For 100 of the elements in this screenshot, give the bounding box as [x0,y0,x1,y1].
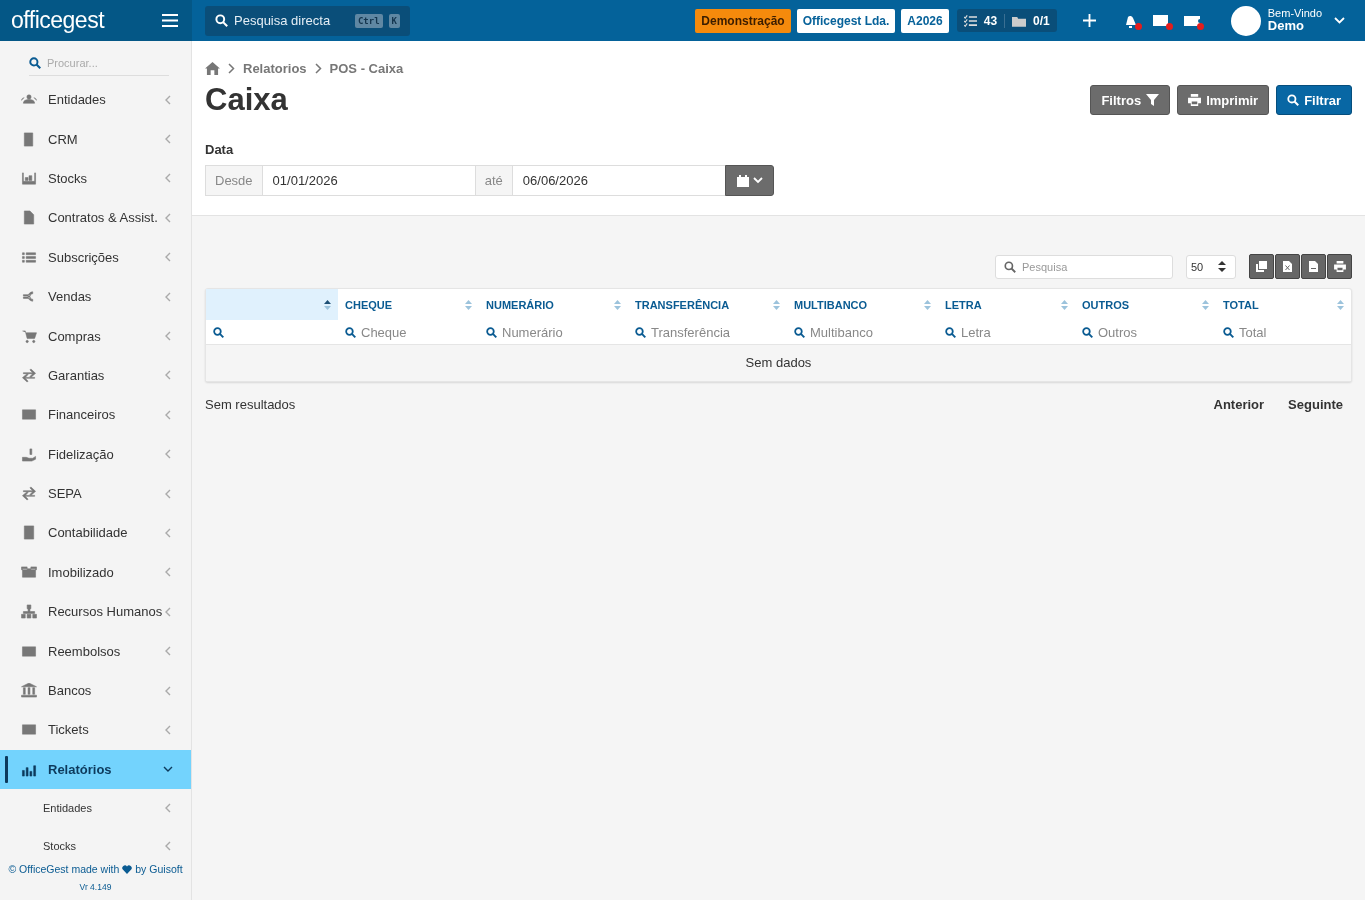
search-icon [1223,326,1234,338]
sidebar-item[interactable]: Imobilizado [0,552,191,593]
copy-button[interactable] [1249,254,1274,279]
credit-text: by Guisoft [135,863,183,875]
avatar[interactable] [1230,5,1261,36]
sidebar-item[interactable]: SEPA [0,473,191,514]
sidebar-item[interactable]: Reembolsos [0,631,191,671]
sort-icon [324,299,331,310]
print-button[interactable] [1327,254,1352,279]
page-title: Caixa [205,82,288,118]
chevron-down-icon [752,177,763,184]
sidebar-item[interactable]: Contratos & Assist. [0,198,191,238]
sidebar-subitem-label: Entidades [43,802,93,815]
sidebar-item[interactable]: Garantias [0,355,191,396]
sidebar-item[interactable]: Stocks [0,158,191,199]
column-header[interactable]: NUMERÁRIO [479,289,628,320]
search-field[interactable]: Pesquisa directa Ctrl K [205,5,410,36]
keyboard-key: K [388,13,400,28]
sidebar-subitem[interactable]: Stocks [0,827,191,859]
chevron-right-icon [314,63,322,74]
csv-button[interactable] [1301,254,1326,279]
column-header[interactable]: MULTIBANCO [787,289,938,320]
sidebar-item[interactable]: Subscrições [0,237,191,277]
home-icon[interactable] [205,62,220,75]
column-header[interactable]: TRANSFERÊNCIA [628,289,787,320]
pagination-link[interactable]: Seguinte [1288,397,1343,412]
logo[interactable]: officegest [11,7,105,34]
column-header[interactable]: TOTAL [1216,289,1351,320]
sidebar-item-label: Stocks [48,170,88,186]
sidebar-item[interactable]: Fidelização [0,434,191,474]
cart-icon [21,328,37,344]
calendar-button[interactable] [725,165,774,196]
sidebar-subitem[interactable]: Entidades [0,789,191,828]
search-icon [635,326,646,338]
sidebar-item[interactable]: Compras [0,316,191,356]
badge[interactable]: Demonstração [695,8,791,33]
sidebar-item[interactable]: CRM [0,119,191,159]
counter-value: 43 [983,13,998,28]
pagination-link[interactable]: Anterior [1213,397,1265,412]
sort-icon [773,299,780,310]
chevron-left-icon [163,803,173,814]
sort-icon [1061,299,1068,310]
column-header[interactable]: CHEQUE [338,289,479,320]
box-icon [21,564,37,580]
copy-icon [1256,261,1267,272]
sidebar-item-label: Vendas [48,289,93,305]
sidebar-item[interactable]: Contabilidade [0,513,191,553]
search-icon [794,326,805,338]
sidebar-item-label: Relatórios [48,761,113,777]
sort-icon [614,299,621,310]
search-icon [1287,94,1300,106]
sidebar-item[interactable]: Relatórios [0,749,191,790]
sidebar-item-label: CRM [48,131,79,147]
search-icon [486,326,497,338]
sidebar-item-label: SEPA [48,486,83,502]
sidebar-item[interactable]: Financeiros [0,395,191,435]
sidebar-item[interactable]: Entidades [0,80,191,120]
search-placeholder: Procurar... [47,56,98,69]
sidebar-item-label: Imobilizado [48,564,115,580]
search-icon [29,56,41,69]
menu-icon[interactable] [162,14,178,27]
sidebar-subitem-label: Stocks [43,840,77,853]
sort-icon [1218,261,1226,272]
chevron-right-icon [228,63,235,74]
date-field[interactable]: 06/06/2026 [512,165,725,196]
plus-icon[interactable] [1082,14,1096,27]
breadcrumb-link[interactable]: POS - Caixa [329,61,404,76]
sidebar-item-label: Compras [48,328,102,344]
column-header[interactable]: OUTROS [1075,289,1216,320]
search-icon [213,326,224,338]
sidebar-item[interactable]: Bancos [0,670,191,711]
spreadsheet-file-icon [1283,261,1292,272]
column-header[interactable]: LETRA [938,289,1075,320]
file-icon [1309,261,1318,272]
action-button[interactable]: Imprimir [1177,85,1270,115]
sort-icon [1337,299,1344,310]
field-label: Data [205,142,235,157]
badge[interactable]: A2026 [901,8,949,33]
page-size-select[interactable]: 50 [1186,254,1236,279]
to-label: até [474,165,513,196]
sort-icon [924,299,931,310]
sidebar-item-label: Contratos & Assist. [48,210,159,226]
action-button[interactable]: Filtrar [1276,85,1352,115]
sidebar-item[interactable]: Vendas [0,276,191,317]
badge[interactable]: Officegest Lda. [796,8,896,33]
sidebar-item-label: Bancos [48,683,93,699]
version-text: Vr 4.149 [78,882,113,892]
user-name: Demo [1267,19,1305,34]
exchange-icon [21,486,37,502]
sidebar-item-label: Financeiros [48,407,117,423]
folder-icon[interactable] [1012,14,1027,27]
date-field[interactable]: 01/01/2026 [262,165,475,196]
document-icon [21,210,37,226]
action-button[interactable]: Filtros [1090,85,1171,115]
sidebar-item[interactable]: Recursos Humanos [0,592,191,632]
sidebar-item[interactable]: Tickets [0,710,191,750]
excel-button[interactable] [1275,254,1300,279]
breadcrumb-link[interactable]: Relatorios [243,61,307,76]
chevron-down-icon[interactable] [1334,17,1345,24]
checklist-icon[interactable] [963,14,977,27]
